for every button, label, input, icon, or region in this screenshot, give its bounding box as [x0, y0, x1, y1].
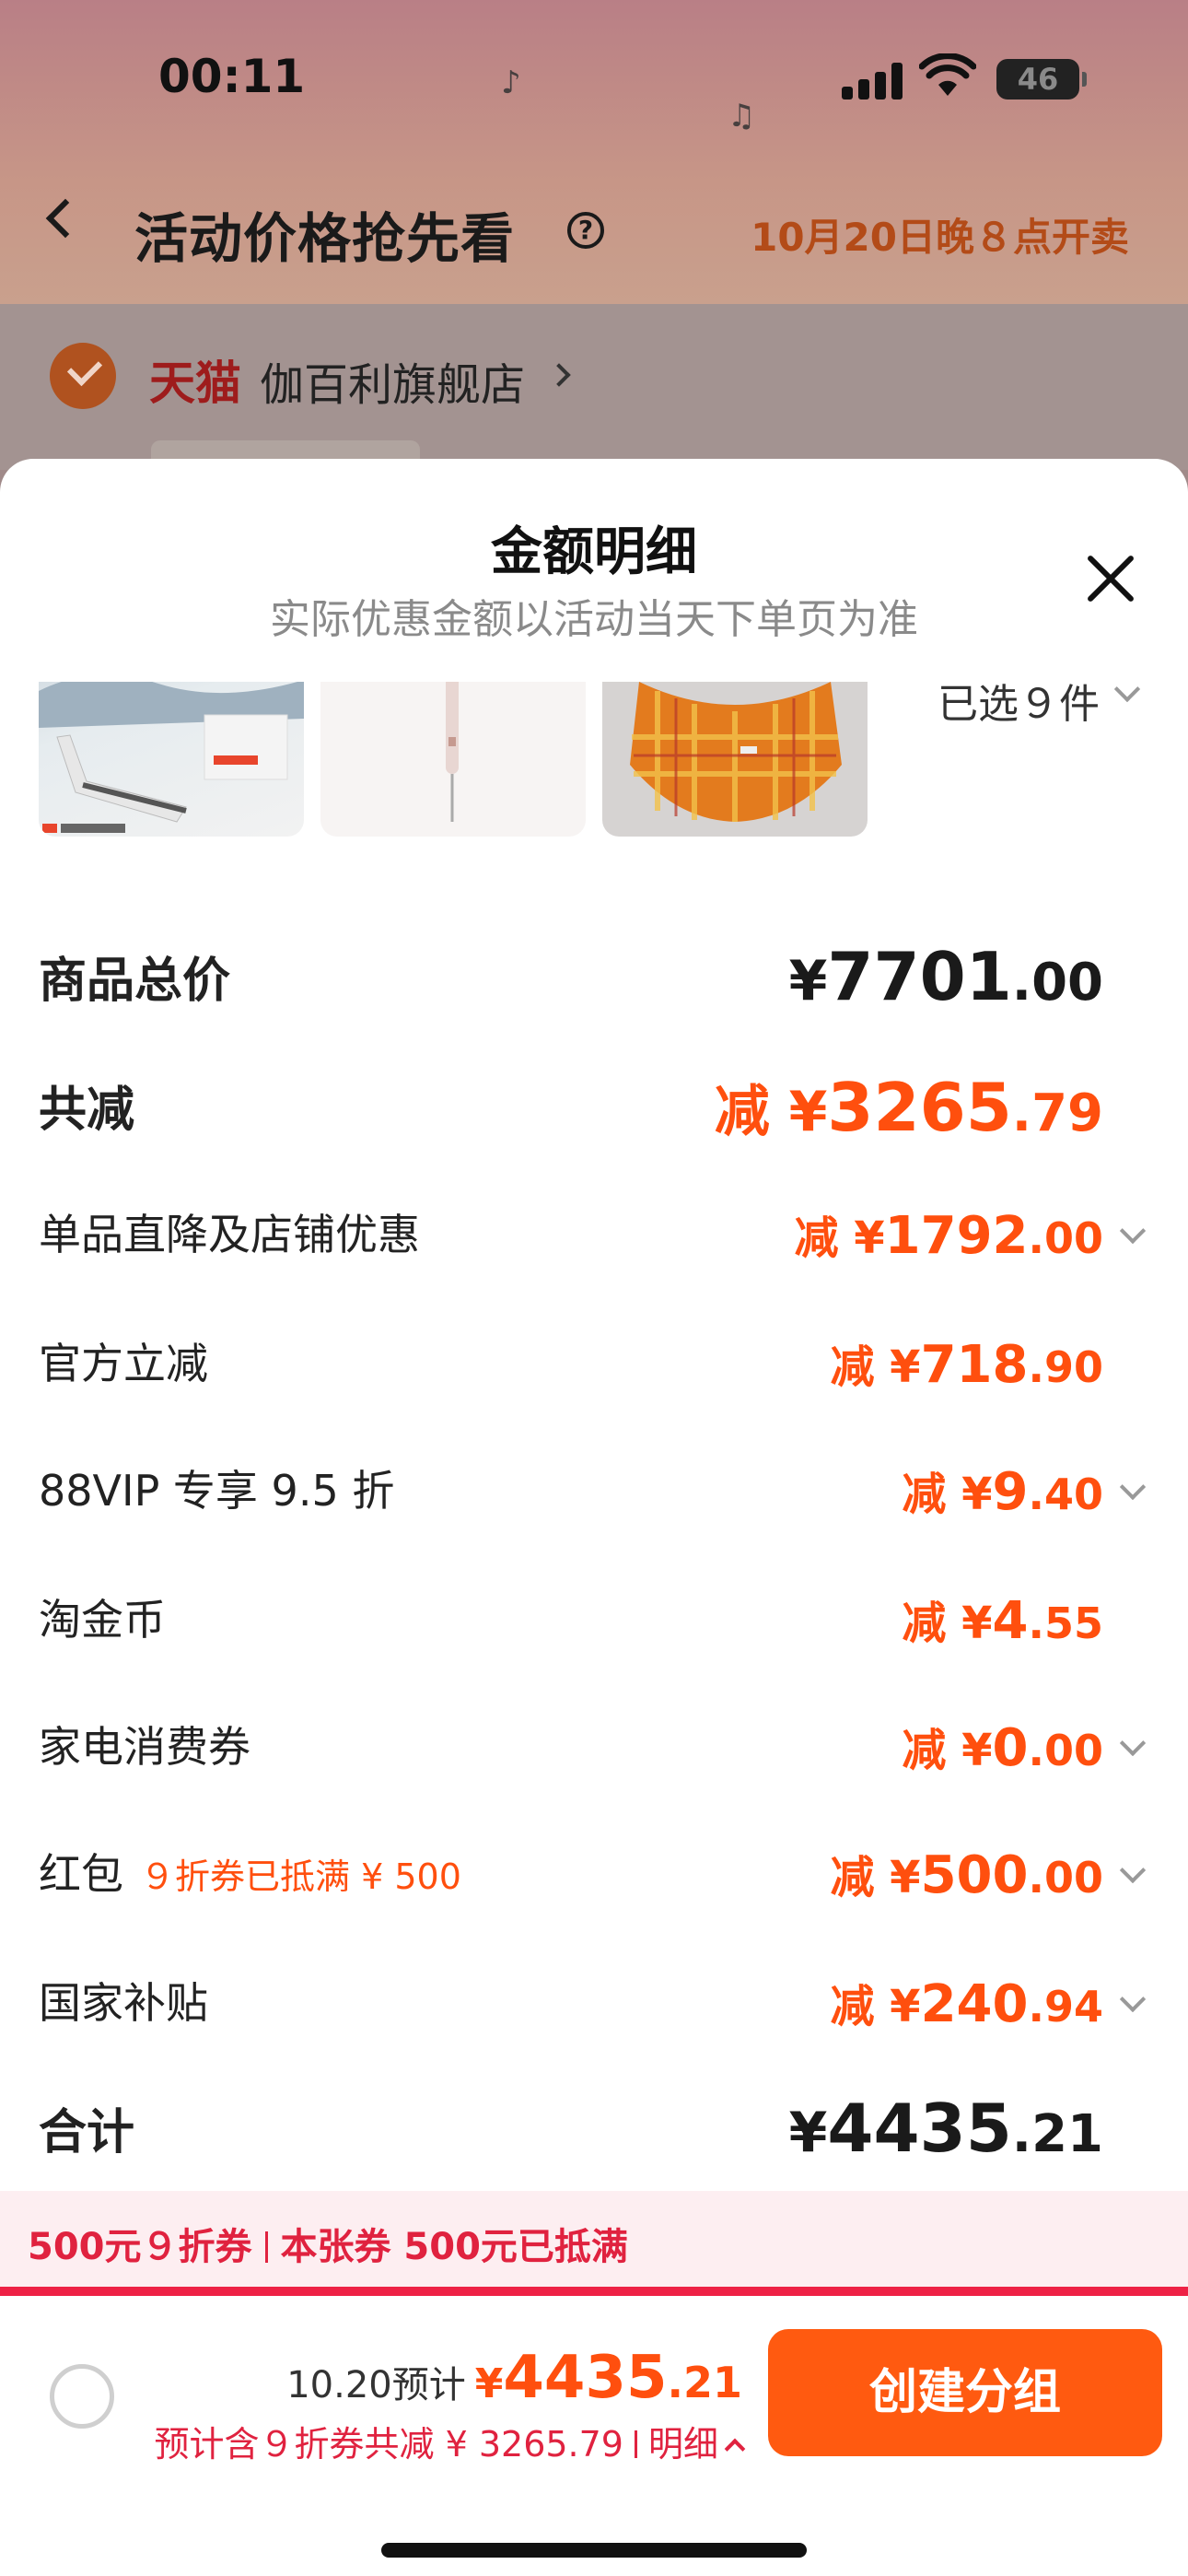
select-all-checkbox[interactable] — [50, 2364, 114, 2429]
selected-count[interactable]: 已选９件 — [938, 671, 1100, 730]
wifi-icon — [919, 53, 976, 96]
row-value: 减 ¥1792.00 — [794, 1206, 1103, 1266]
chevron-down-icon[interactable] — [1119, 1217, 1147, 1245]
row-value: 减 ¥718.90 — [830, 1335, 1103, 1395]
national-subsidy-row[interactable]: 国家补贴 减 ¥240.94 — [0, 1970, 1188, 2043]
sheet-title: 金额明细 — [491, 522, 697, 582]
music-note-icon: ♫ — [728, 98, 756, 135]
shop-name-link[interactable]: 伽百利旗舰店 — [260, 348, 525, 413]
chevron-down-icon[interactable] — [1119, 1473, 1147, 1501]
coupon-banner-text: 500元９折券 本张券 500元已抵满 — [28, 2226, 628, 2268]
row-label: 合计 — [39, 2105, 135, 2160]
row-value: 减 ¥4.55 — [902, 1591, 1103, 1651]
red-packet-note: ９折券已抵满 ¥ 500 — [140, 1856, 461, 1897]
battery-icon: 46 — [996, 59, 1087, 100]
red-packet-row[interactable]: 红包 ９折券已抵满 ¥ 500 减 ¥500.00 — [0, 1841, 1188, 1914]
total-price-row: 商品总价 ¥7701.00 — [0, 938, 1188, 1015]
status-time: 00:11 — [158, 50, 306, 103]
row-label: 单品直降及店铺优惠 — [39, 1210, 420, 1259]
cellular-signal-icon — [842, 61, 904, 100]
row-label: 淘金币 — [39, 1595, 166, 1645]
estimated-discount-detail[interactable]: 预计含９折券共减 ¥ 3265.79 明细 — [155, 2416, 746, 2466]
row-value: ¥7701.00 — [788, 938, 1103, 1015]
row-value: 减 ¥3265.79 — [714, 1069, 1103, 1146]
help-icon[interactable]: ? — [567, 212, 604, 249]
create-group-button[interactable]: 创建分组 — [768, 2329, 1162, 2456]
chevron-down-icon[interactable] — [1119, 1856, 1147, 1884]
sale-time-label: 10月20日晚８点开卖 — [751, 215, 1129, 260]
detail-link: 明细 — [647, 2424, 718, 2465]
row-label: 家电消费券 — [39, 1722, 250, 1772]
row-label: 国家补贴 — [39, 1978, 208, 2028]
row-value: 减 ¥500.00 — [830, 1845, 1103, 1905]
appliance-coupon-row[interactable]: 家电消费券 减 ¥0.00 — [0, 1714, 1188, 1787]
sheet-subtitle: 实际优惠金额以活动当天下单页为准 — [270, 596, 918, 643]
estimated-price: 10.20预计 ¥4435.21 — [286, 2344, 742, 2412]
page-title: 活动价格抢先看 — [134, 207, 516, 270]
coupon-banner: 500元９折券 本张券 500元已抵满 — [0, 2191, 1188, 2290]
row-label: 红包 ９折券已抵满 ¥ 500 — [39, 1849, 461, 1899]
row-value: 减 ¥9.40 — [902, 1462, 1103, 1522]
row-label: 官方立减 — [39, 1339, 208, 1388]
row-value: ¥4435.21 — [788, 2090, 1103, 2167]
coupon-divider — [0, 2287, 1188, 2296]
product-thumbnail[interactable] — [602, 682, 868, 837]
sum-row: 合计 ¥4435.21 — [0, 2090, 1188, 2167]
amount-detail-sheet: 金额明细 实际优惠金额以活动当天下单页为准 已选９件 商品总价 ¥7701.00… — [0, 459, 1188, 2576]
chevron-down-icon[interactable] — [1119, 1729, 1147, 1757]
shop-select-checkbox[interactable] — [50, 343, 116, 409]
product-thumbnail[interactable] — [39, 682, 304, 837]
row-value: 减 ¥0.00 — [902, 1718, 1103, 1778]
tmall-brand-label: 天猫 — [149, 357, 241, 410]
close-icon[interactable] — [1083, 551, 1138, 606]
row-value: 减 ¥240.94 — [830, 1974, 1103, 2034]
music-note-icon: ♪ — [501, 64, 521, 101]
official-discount-row: 官方立减 减 ¥718.90 — [0, 1330, 1188, 1404]
row-label: 88VIP 专享 9.5 折 — [39, 1466, 395, 1516]
coins-row: 淘金币 减 ¥4.55 — [0, 1587, 1188, 1660]
row-label: 商品总价 — [39, 954, 231, 1009]
chevron-down-icon[interactable] — [1119, 1985, 1147, 2013]
total-discount-row: 共减 减 ¥3265.79 — [0, 1069, 1188, 1146]
home-indicator — [381, 2543, 807, 2558]
chevron-up-icon — [724, 2438, 746, 2460]
product-thumbnail[interactable] — [320, 682, 586, 837]
row-label: 共减 — [39, 1083, 135, 1138]
vip-discount-row[interactable]: 88VIP 专享 9.5 折 减 ¥9.40 — [0, 1458, 1188, 1531]
bottom-action-bar: 10.20预计 ¥4435.21 预计含９折券共减 ¥ 3265.79 明细 创建分… — [0, 2296, 1188, 2576]
store-discount-row[interactable]: 单品直降及店铺优惠 减 ¥1792.00 — [0, 1201, 1188, 1275]
